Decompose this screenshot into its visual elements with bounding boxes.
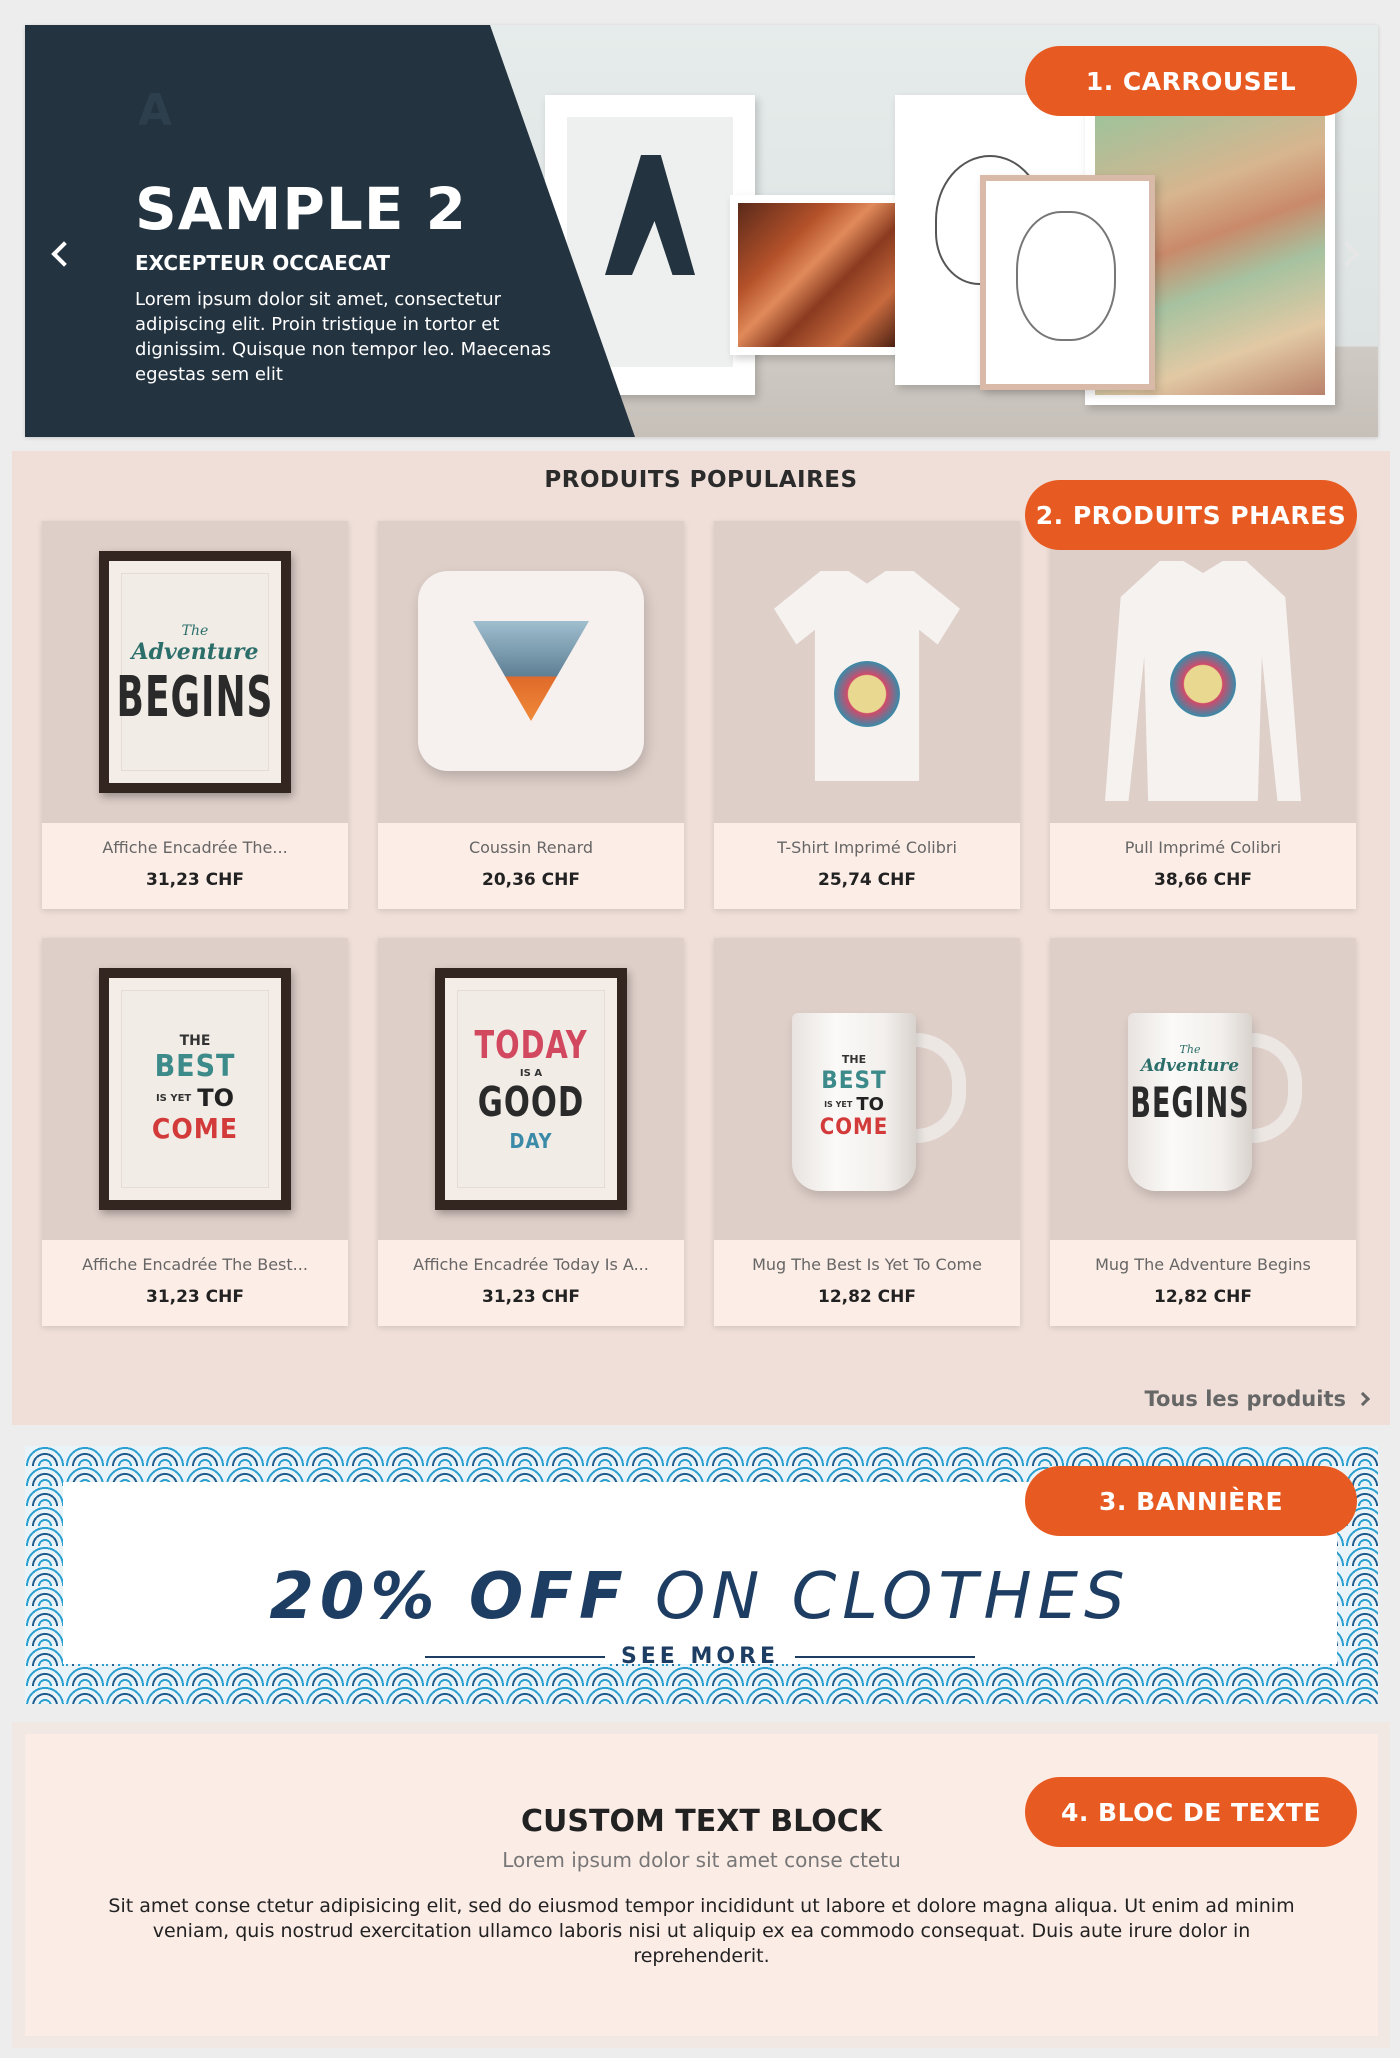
section-tag-banner: 3. BANNIÈRE	[1025, 1466, 1357, 1536]
section-tag-products: 2. PRODUITS PHARES	[1025, 480, 1357, 550]
product-image[interactable]	[1050, 521, 1356, 823]
product-price: 38,66 CHF	[1153, 870, 1252, 890]
art-text: BEGINS	[116, 665, 274, 731]
frame-face-sketch	[980, 175, 1155, 390]
carousel-next-arrow-icon[interactable]	[1336, 235, 1366, 275]
frame-canyon	[730, 195, 905, 355]
chevron-right-icon	[1355, 1391, 1371, 1407]
product-price: 12,82 CHF	[817, 1287, 916, 1307]
art-text: COME	[819, 1115, 889, 1140]
banner-headline-bold: 20% OFF	[269, 1560, 629, 1634]
art-text: THE	[179, 1033, 211, 1049]
product-price: 20,36 CHF	[481, 870, 580, 890]
product-price: 25,74 CHF	[817, 870, 916, 890]
product-price: 31,23 CHF	[145, 1287, 244, 1307]
carousel-title: SAMPLE 2	[135, 175, 468, 243]
product-card[interactable]: The Adventure BEGINS Affiche Encadrée Th…	[42, 521, 348, 909]
all-products-link[interactable]: Tous les produits	[1144, 1387, 1371, 1411]
product-name[interactable]: Coussin Renard	[378, 838, 684, 857]
see-more-label: SEE MORE	[620, 1644, 780, 1669]
art-text: COME	[151, 1112, 239, 1145]
art-text: BEGINS	[1130, 1079, 1250, 1128]
art-text: IS A	[519, 1067, 543, 1079]
product-name[interactable]: Affiche Encadrée The Best...	[42, 1255, 348, 1274]
text-block-body: Sit amet conse ctetur adipisicing elit, …	[108, 1895, 1295, 1967]
custom-text-section: CUSTOM TEXT BLOCK Lorem ipsum dolor sit …	[12, 1722, 1390, 2048]
product-card[interactable]: T-Shirt Imprimé Colibri 25,74 CHF	[714, 521, 1020, 909]
product-name[interactable]: Affiche Encadrée The...	[42, 838, 348, 857]
product-image[interactable]: THE BEST IS YET TO COME	[714, 938, 1020, 1240]
framed-poster-image: THE BEST IS YET TO COME	[99, 968, 291, 1210]
product-image[interactable]: TODAY IS A GOOD DAY	[378, 938, 684, 1240]
product-name[interactable]: Pull Imprimé Colibri	[1050, 838, 1356, 857]
art-text: IS YET	[824, 1100, 853, 1109]
art-text: IS YET	[155, 1092, 192, 1104]
product-card[interactable]: Coussin Renard 20,36 CHF	[378, 521, 684, 909]
divider-right	[795, 1655, 976, 1658]
product-card[interactable]: Pull Imprimé Colibri 38,66 CHF	[1050, 521, 1356, 909]
carousel-prev-arrow-icon[interactable]	[45, 235, 75, 275]
mug-image: THE BEST IS YET TO COME	[792, 1013, 916, 1191]
product-card[interactable]: The Adventure BEGINS Mug The Adventure B…	[1050, 938, 1356, 1326]
carousel-description: Lorem ipsum dolor sit amet, consectetur …	[135, 289, 551, 385]
all-products-label: Tous les produits	[1144, 1387, 1346, 1411]
framed-poster-image: The Adventure BEGINS	[99, 551, 291, 793]
product-image[interactable]	[714, 521, 1020, 823]
art-text: TO	[856, 1094, 884, 1115]
product-price: 31,23 CHF	[145, 870, 244, 890]
art-text: DAY	[509, 1128, 553, 1153]
product-name[interactable]: Mug The Adventure Begins	[1050, 1255, 1356, 1274]
text-block-subtitle: Lorem ipsum dolor sit amet conse ctetu	[502, 1848, 901, 1872]
art-text: Adventure	[1140, 1056, 1240, 1076]
divider-left	[424, 1655, 605, 1658]
brand-logo: A	[138, 85, 173, 136]
banner-headline: 20% OFF ON CLOTHES	[63, 1560, 1337, 1634]
banner-headline-rest: ON CLOTHES	[628, 1560, 1131, 1634]
section-tag-textblock: 4. BLOC DE TEXTE	[1025, 1777, 1357, 1847]
product-card[interactable]: TODAY IS A GOOD DAY Affiche Encadrée Tod…	[378, 938, 684, 1326]
popular-products-section: PRODUITS POPULAIRES The Adventure BEGINS…	[12, 451, 1390, 1425]
product-name[interactable]: T-Shirt Imprimé Colibri	[714, 838, 1020, 857]
art-text: GOOD	[477, 1078, 585, 1127]
art-text: BEST	[821, 1066, 887, 1094]
hummingbird-graphic	[834, 661, 900, 727]
product-image[interactable]	[378, 521, 684, 823]
product-price: 12,82 CHF	[1153, 1287, 1252, 1307]
art-text: THE	[841, 1053, 867, 1066]
hummingbird-graphic	[1170, 651, 1236, 717]
product-card[interactable]: THE BEST IS YET TO COME Affiche Encadrée…	[42, 938, 348, 1326]
product-name[interactable]: Affiche Encadrée Today Is A...	[378, 1255, 684, 1274]
product-image[interactable]: The Adventure BEGINS	[1050, 938, 1356, 1240]
carousel-subtitle: EXCEPTEUR OCCAECAT	[135, 251, 391, 275]
art-text: The	[1179, 1043, 1201, 1056]
product-image[interactable]: THE BEST IS YET TO COME	[42, 938, 348, 1240]
see-more-link[interactable]: SEE MORE	[63, 1644, 1337, 1669]
mug-image: The Adventure BEGINS	[1128, 1013, 1252, 1191]
product-name[interactable]: Mug The Best Is Yet To Come	[714, 1255, 1020, 1274]
art-text: Adventure	[131, 639, 259, 665]
section-tag-carousel: 1. CARROUSEL	[1025, 46, 1357, 116]
art-text: The	[181, 623, 209, 639]
art-text: BEST	[154, 1049, 236, 1084]
product-price: 31,23 CHF	[481, 1287, 580, 1307]
art-text: TO	[197, 1084, 235, 1112]
product-image[interactable]: The Adventure BEGINS	[42, 521, 348, 823]
framed-poster-image: TODAY IS A GOOD DAY	[435, 968, 627, 1210]
art-text: TODAY	[474, 1021, 588, 1068]
product-card[interactable]: THE BEST IS YET TO COME Mug The Best Is …	[714, 938, 1020, 1326]
